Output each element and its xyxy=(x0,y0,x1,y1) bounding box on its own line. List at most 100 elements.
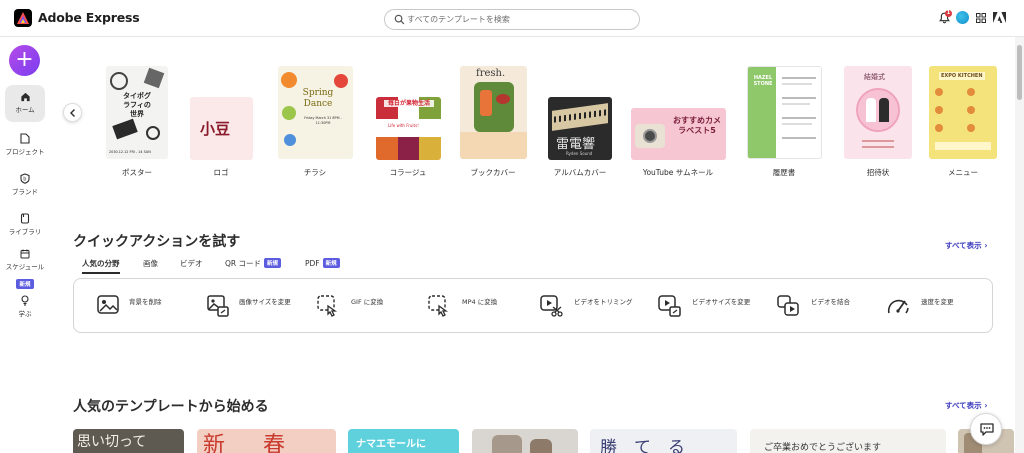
sidebar-item-schedule[interactable]: スケジュール 新規 xyxy=(5,249,45,293)
quick-action-convert-mp4[interactable]: MP4 に変換 xyxy=(427,292,527,322)
category-label: YouTube サムネール xyxy=(642,168,714,177)
new-badge: 新規 xyxy=(16,279,34,289)
carousel-previous-button[interactable] xyxy=(63,103,82,122)
tab-pdf[interactable]: PDF 新規 xyxy=(305,258,340,268)
youtube-thumb-title: おすすめカメラベスト5 xyxy=(673,116,721,135)
menu-thumbnail: EXPO KITCHEN xyxy=(929,66,997,159)
template-card[interactable]: 勝 て る xyxy=(590,429,737,453)
chat-support-button[interactable] xyxy=(970,413,1002,445)
category-label: メニュー xyxy=(948,168,978,177)
invitation-thumbnail: 結婚式 xyxy=(844,66,912,159)
chevron-right-icon: › xyxy=(984,241,988,250)
quick-action-label: GIF に変換 xyxy=(351,298,384,306)
see-all-label: すべて表示 xyxy=(945,401,982,410)
resize-image-icon xyxy=(207,295,229,317)
flyer-thumb-title: Spring Dance xyxy=(302,88,334,109)
collage-thumb-subtitle: Life with Fruits! xyxy=(388,123,419,128)
create-new-button[interactable]: + xyxy=(9,45,40,76)
sidebar-item-library[interactable]: ライブラリ xyxy=(5,213,45,243)
template-card-text: ご卒業おめでとうございます xyxy=(764,443,882,453)
page-scrollbar[interactable] xyxy=(1015,37,1024,453)
sidebar-item-label: スケジュール xyxy=(5,263,45,271)
merge-video-icon xyxy=(777,295,799,316)
tab-qr-code[interactable]: QR コード 新規 xyxy=(225,258,282,269)
left-navigation-rail: + ホーム プロジェクト b ブランド ライブラリ スケジュール 新規 学ぶ xyxy=(0,37,50,453)
convert-gif-icon xyxy=(317,295,338,317)
chat-bubble-icon xyxy=(980,423,994,436)
template-search-bar[interactable] xyxy=(384,9,640,30)
logo-thumb-title: 小豆 xyxy=(200,120,231,138)
sidebar-item-brand[interactable]: b ブランド xyxy=(5,173,45,203)
tab-popular[interactable]: 人気の分野 xyxy=(82,258,120,274)
tab-video[interactable]: ビデオ xyxy=(180,258,203,269)
template-card[interactable]: 思い切って xyxy=(73,429,184,453)
category-label: アルバムカバー xyxy=(553,168,607,177)
book-cover-thumb-title: fresh. xyxy=(476,68,506,79)
resize-video-icon xyxy=(658,295,681,317)
top-bar: Adobe Express 1 xyxy=(0,0,1024,37)
calendar-icon xyxy=(20,249,30,259)
resume-thumbnail: HAZEL STONE xyxy=(747,66,822,159)
quick-actions-see-all-link[interactable]: すべて表示 › xyxy=(945,240,987,251)
template-card[interactable]: ご卒業おめでとうございます xyxy=(750,429,946,453)
quick-action-label: MP4 に変換 xyxy=(462,298,498,306)
quick-action-change-speed[interactable]: 速度を変更 xyxy=(886,292,986,322)
popular-templates-see-all-link[interactable]: すべて表示 › xyxy=(945,400,987,411)
album-cover-thumbnail: 雷電響 Ryden Sound xyxy=(548,97,612,160)
new-badge: 新規 xyxy=(322,258,340,268)
scrollbar-thumb[interactable] xyxy=(1017,45,1022,100)
quick-action-trim-video[interactable]: ビデオをトリミング xyxy=(539,292,649,322)
collage-thumb-title: 毎日が果物生活 xyxy=(384,100,434,107)
adobe-icon[interactable] xyxy=(993,12,1006,23)
collage-thumbnail: 毎日が果物生活 Life with Fruits! xyxy=(376,97,441,160)
template-card-text: 勝 て る xyxy=(600,438,685,453)
home-icon xyxy=(20,92,30,102)
user-avatar[interactable] xyxy=(956,11,969,24)
search-input[interactable] xyxy=(407,12,633,27)
popular-templates-title: 人気のテンプレートから始める xyxy=(73,399,269,415)
quick-action-resize-image[interactable]: 画像サイズを変更 xyxy=(206,292,306,322)
quick-action-label: 背景を削除 xyxy=(129,298,162,306)
chevron-left-icon xyxy=(70,109,75,117)
template-card[interactable] xyxy=(472,429,578,453)
template-card[interactable]: 新 春 xyxy=(197,429,336,453)
quick-action-label: ビデオサイズを変更 xyxy=(692,298,751,306)
quick-action-resize-video[interactable]: ビデオサイズを変更 xyxy=(657,292,767,322)
plus-icon: + xyxy=(15,47,34,72)
sidebar-item-label: ブランド xyxy=(12,188,38,196)
menu-thumb-title: EXPO KITCHEN xyxy=(939,72,985,80)
book-cover-thumbnail: fresh. xyxy=(460,66,527,159)
tab-label: QR コード xyxy=(225,259,261,268)
svg-text:b: b xyxy=(23,177,26,183)
logo-thumbnail: 小豆 xyxy=(190,97,253,160)
album-cover-thumb-title: 雷電響 xyxy=(556,137,596,152)
change-speed-icon xyxy=(887,299,909,314)
convert-mp4-icon xyxy=(428,295,449,317)
sidebar-item-learn[interactable]: 学ぶ xyxy=(5,295,45,325)
quick-actions-title: クイックアクションを試す xyxy=(73,234,241,250)
tab-image[interactable]: 画像 xyxy=(143,258,158,269)
library-icon xyxy=(20,213,30,224)
album-cover-thumb-subtitle: Ryden Sound xyxy=(566,151,593,156)
sidebar-item-home[interactable]: ホーム xyxy=(5,85,45,122)
new-badge: 新規 xyxy=(264,258,282,268)
sidebar-item-label: ライブラリ xyxy=(8,228,42,236)
sidebar-item-label: ホーム xyxy=(15,106,35,114)
quick-action-merge-video[interactable]: ビデオを結合 xyxy=(776,292,876,322)
template-card[interactable]: ナマエモールに xyxy=(348,429,459,453)
template-card-text: 新 春 xyxy=(203,433,294,453)
quick-action-remove-background[interactable]: 背景を削除 xyxy=(96,292,196,322)
invitation-thumb-title: 結婚式 xyxy=(864,73,885,81)
adobe-express-logo[interactable] xyxy=(14,9,32,27)
project-icon xyxy=(20,133,30,144)
sidebar-item-projects[interactable]: プロジェクト xyxy=(5,133,45,163)
tab-label: 人気の分野 xyxy=(82,259,120,268)
quick-action-convert-gif[interactable]: GIF に変換 xyxy=(316,292,416,322)
trim-video-icon xyxy=(540,295,563,317)
notification-count-badge: 1 xyxy=(945,10,952,17)
search-icon xyxy=(394,14,405,25)
template-card-text: 思い切って xyxy=(77,434,147,450)
youtube-thumbnail-preview: おすすめカメラベスト5 xyxy=(631,108,726,160)
apps-grid-icon[interactable] xyxy=(976,13,986,23)
remove-background-icon xyxy=(97,295,119,314)
